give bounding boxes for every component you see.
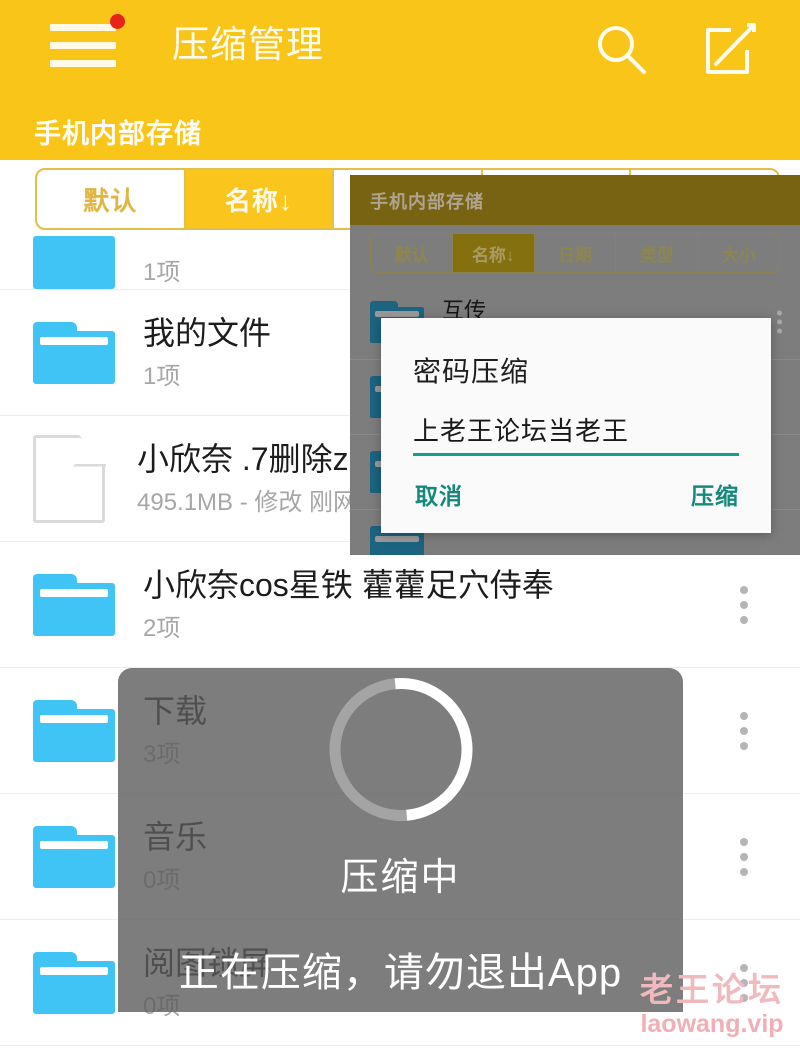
inner-tab-type[interactable]: 类型 bbox=[616, 234, 698, 272]
edit-compose-icon[interactable] bbox=[702, 20, 760, 78]
loading-spinner-icon bbox=[300, 649, 501, 850]
breadcrumb: 手机内部存储 bbox=[34, 112, 202, 151]
dialog-title: 密码压缩 bbox=[413, 350, 529, 390]
folder-icon bbox=[33, 322, 115, 384]
search-icon[interactable] bbox=[592, 20, 652, 80]
notification-badge-dot bbox=[110, 14, 125, 29]
app-screen: 1项 我的文件 1项 小欣奈 .7删除z 495.1MB - 修改 刚网 bbox=[0, 0, 800, 1049]
watermark-cn: 老王论坛 bbox=[640, 971, 784, 1009]
file-icon bbox=[33, 435, 105, 523]
row-overflow-menu-icon[interactable] bbox=[740, 705, 748, 757]
inner-tab-size[interactable]: 大小 bbox=[698, 234, 779, 272]
progress-subtitle: 正在压缩，请勿退出App bbox=[118, 940, 683, 998]
inner-tab-name[interactable]: 名称↓ bbox=[453, 234, 535, 272]
inner-tab-date[interactable]: 日期 bbox=[535, 234, 617, 272]
folder-icon bbox=[33, 574, 115, 636]
folder-icon bbox=[33, 826, 115, 888]
folder-icon bbox=[33, 227, 115, 289]
password-input-wrapper bbox=[413, 414, 739, 456]
watermark-en: laowang.vip bbox=[640, 1009, 784, 1039]
watermark: 老王论坛 laowang.vip bbox=[640, 971, 784, 1039]
list-item-text: 小欣奈cos星铁 藿藿足穴侍奉 2项 bbox=[143, 565, 800, 645]
input-underline bbox=[413, 453, 739, 456]
folder-icon bbox=[33, 952, 115, 1014]
inner-breadcrumb: 手机内部存储 bbox=[370, 188, 484, 214]
cancel-button[interactable]: 取消 bbox=[415, 477, 463, 511]
app-bar: 压缩管理 手机内部存储 bbox=[0, 0, 800, 160]
folder-icon bbox=[33, 700, 115, 762]
row-overflow-menu-icon[interactable] bbox=[740, 579, 748, 631]
inner-sort-tab-bar: 默认 名称↓ 日期 类型 大小 bbox=[370, 233, 780, 273]
inner-tab-default[interactable]: 默认 bbox=[371, 234, 453, 272]
inner-app-bar: 手机内部存储 bbox=[350, 175, 800, 225]
progress-title: 压缩中 bbox=[118, 846, 683, 901]
row-overflow-menu-icon[interactable] bbox=[740, 831, 748, 883]
page-title: 压缩管理 bbox=[172, 22, 324, 68]
list-item-subtitle: 2项 bbox=[143, 613, 800, 645]
list-item-title: 小欣奈cos星铁 藿藿足穴侍奉 bbox=[143, 565, 800, 605]
list-item[interactable]: 小欣奈cos星铁 藿藿足穴侍奉 2项 bbox=[0, 542, 800, 668]
password-input[interactable] bbox=[413, 414, 739, 453]
row-overflow-menu-icon[interactable] bbox=[777, 307, 782, 338]
password-compress-dialog: 密码压缩 取消 压缩 bbox=[381, 318, 771, 533]
compress-button[interactable]: 压缩 bbox=[691, 477, 739, 511]
tab-default[interactable]: 默认 bbox=[37, 170, 186, 228]
hamburger-menu-icon[interactable] bbox=[50, 22, 116, 68]
tab-name[interactable]: 名称↓ bbox=[186, 170, 335, 228]
compress-progress-overlay: 压缩中 正在压缩，请勿退出App bbox=[118, 668, 683, 1012]
